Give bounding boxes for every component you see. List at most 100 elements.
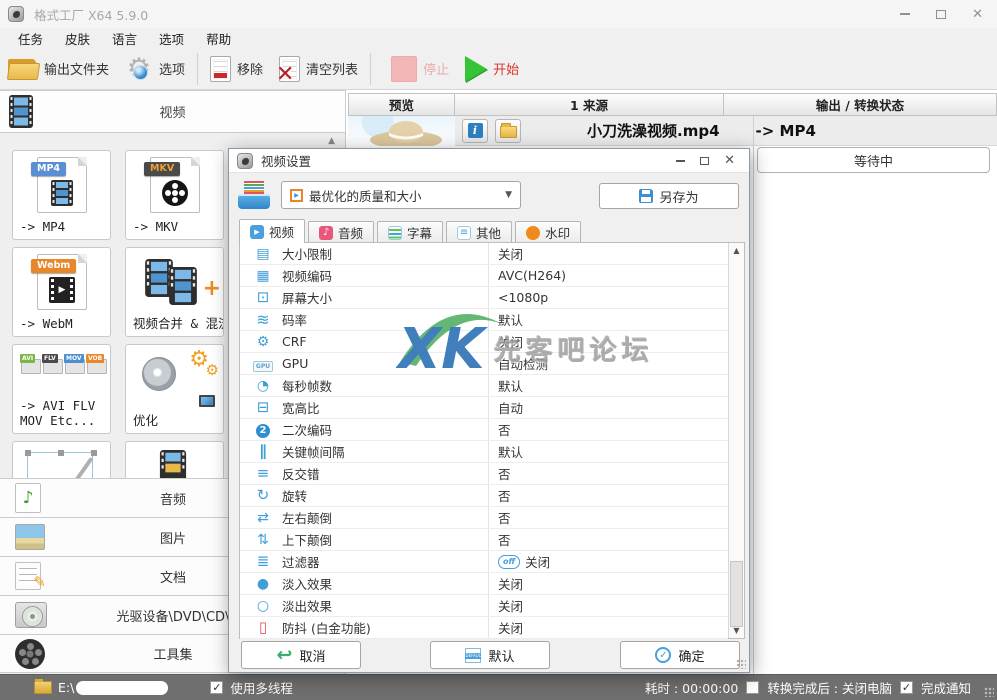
maximize-button[interactable] xyxy=(936,10,946,19)
menu-item-skin[interactable]: 皮肤 xyxy=(65,29,90,48)
cancel-button[interactable]: ↩ 取消 xyxy=(241,641,361,669)
shutdown-after-checkbox[interactable] xyxy=(746,681,759,694)
window-resize-grip[interactable] xyxy=(984,687,994,697)
dialog-title-bar[interactable]: 视频设置 ✕ xyxy=(229,149,749,173)
tab-video[interactable]: ▶ 视频 xyxy=(239,219,305,243)
preset-dropdown[interactable]: ▶ 最优化的质量和大小 ▼ xyxy=(281,181,521,209)
setting-row[interactable]: 宽高比 自动 xyxy=(240,397,728,419)
play-icon xyxy=(465,56,487,82)
start-button[interactable]: 开始 xyxy=(457,49,527,89)
dialog-maximize-button[interactable] xyxy=(700,157,709,165)
sidebar-section-video[interactable]: 视频 xyxy=(0,90,346,133)
setting-row[interactable]: 二次编码 否 xyxy=(240,419,728,441)
scroll-down-icon[interactable]: ▼ xyxy=(729,626,744,635)
webm-file-icon: Webm ▶ xyxy=(37,254,87,310)
scrollbar-thumb[interactable] xyxy=(730,561,743,627)
dialog-minimize-button[interactable] xyxy=(676,160,685,162)
video-settings-dialog: 视频设置 ✕ ▶ 最优化的质量和大小 ▼ 另存为 ▶ 视频 ♪ 音频 字幕 xyxy=(228,148,750,673)
default-button[interactable]: 默认 xyxy=(430,641,550,669)
file-row[interactable]: i 小刀洗澡视频.mp4 -> MP4 xyxy=(348,116,997,146)
dialog-close-button[interactable]: ✕ xyxy=(724,154,735,167)
column-header-output[interactable]: 输出 / 转换状态 xyxy=(724,93,997,116)
setting-row[interactable]: 每秒帧数 默认 xyxy=(240,375,728,397)
options-button[interactable]: ⚙ 选项 xyxy=(117,49,193,89)
tile-mkv[interactable]: MKV -> MKV xyxy=(125,150,224,240)
setting-value-text: 关闭 xyxy=(498,332,523,351)
output-format: -> MP4 xyxy=(756,122,816,140)
settings-scrollbar[interactable]: ▲ ▼ xyxy=(728,243,744,638)
scroll-up-icon[interactable]: ▲ xyxy=(729,246,744,255)
setting-value-text: 关闭 xyxy=(498,618,523,637)
setting-row[interactable]: 左右颠倒 否 xyxy=(240,507,728,529)
menu-item-task[interactable]: 任务 xyxy=(18,29,43,48)
close-button[interactable]: ✕ xyxy=(972,8,983,21)
multithread-checkbox[interactable]: ✓ xyxy=(210,681,223,694)
tile-scroll-up-icon[interactable]: ▲ xyxy=(328,136,335,146)
stop-button[interactable]: 停止 xyxy=(383,49,457,89)
column-header-preview[interactable]: 预览 xyxy=(348,93,455,116)
file-list-header: 预览 1 来源 输出 / 转换状态 xyxy=(348,93,997,116)
setting-row-icon xyxy=(250,422,276,438)
column-header-source[interactable]: 1 来源 xyxy=(455,93,724,116)
setting-value: 默认 xyxy=(488,309,728,330)
dialog-resize-grip[interactable] xyxy=(736,659,746,669)
setting-row[interactable]: 关键帧间隔 默认 xyxy=(240,441,728,463)
remove-button[interactable]: 移除 xyxy=(202,49,271,89)
output-path[interactable]: E:\ xyxy=(58,680,74,695)
setting-row[interactable]: 大小限制 关闭 xyxy=(240,243,728,265)
tile-webm[interactable]: Webm ▶ -> WebM xyxy=(12,247,111,337)
status-badge: 等待中 xyxy=(757,147,990,173)
tab-subtitle[interactable]: 字幕 xyxy=(377,221,443,243)
notify-checkbox[interactable]: ✓ xyxy=(900,681,913,694)
media-info-button[interactable]: i xyxy=(462,119,488,143)
setting-value-text: 否 xyxy=(498,464,511,483)
video-preset-icon: ▶ xyxy=(290,189,303,202)
setting-row[interactable]: 视频编码 AVC(H264) xyxy=(240,265,728,287)
sidebar-section-label: 视频 xyxy=(0,102,345,121)
setting-row[interactable]: 上下颠倒 否 xyxy=(240,529,728,551)
setting-row[interactable]: 防抖 (白金功能) 关闭 xyxy=(240,617,728,639)
menu-item-options[interactable]: 选项 xyxy=(159,29,184,48)
setting-row[interactable]: 码率 默认 xyxy=(240,309,728,331)
avi-chip: AVI xyxy=(21,359,41,374)
menu-item-help[interactable]: 帮助 xyxy=(206,29,231,48)
censored-path-blob xyxy=(76,681,168,695)
setting-row[interactable]: 过滤器 off 关闭 xyxy=(240,551,728,573)
settings-table: 大小限制 关闭 视频编码 AVC(H264) xyxy=(239,242,745,639)
setting-row[interactable]: CRF 关闭 xyxy=(240,331,728,353)
tile-label: -> AVI FLV MOV Etc... xyxy=(20,398,110,429)
setting-row-icon xyxy=(250,357,276,371)
tile-mp4[interactable]: MP4 -> MP4 xyxy=(12,150,111,240)
tab-audio[interactable]: ♪ 音频 xyxy=(308,221,374,243)
output-folder-button[interactable]: 输出文件夹 xyxy=(0,49,117,89)
menu-item-language[interactable]: 语言 xyxy=(112,29,137,48)
webm-badge: Webm xyxy=(31,259,76,273)
tab-label: 音频 xyxy=(338,223,363,242)
tile-avi-flv-mov[interactable]: AVI FLV MOV VOB -> AVI FLV MOV Etc... xyxy=(12,344,111,434)
ok-button[interactable]: ✓ 确定 xyxy=(620,641,740,669)
tab-other[interactable]: ≡ 其他 xyxy=(446,221,512,243)
setting-value-text: 否 xyxy=(498,508,511,527)
minimize-button[interactable] xyxy=(900,13,910,15)
setting-row[interactable]: GPU 自动检测 xyxy=(240,353,728,375)
title-bar: 格式工厂 X64 5.9.0 ✕ xyxy=(0,0,997,28)
tile-video-merge[interactable]: + 视频合并 & 混流 xyxy=(125,247,224,337)
clear-list-button[interactable]: 清空列表 xyxy=(271,49,366,89)
setting-row-icon xyxy=(250,335,276,349)
setting-row[interactable]: 旋转 否 xyxy=(240,485,728,507)
start-label: 开始 xyxy=(493,59,519,78)
setting-row[interactable]: 反交错 否 xyxy=(240,463,728,485)
tab-watermark[interactable]: 水印 xyxy=(515,221,581,243)
setting-value-text: 否 xyxy=(498,530,511,549)
setting-row[interactable]: 屏幕大小 <1080p xyxy=(240,287,728,309)
setting-row[interactable]: 淡入效果 关闭 xyxy=(240,573,728,595)
output-path-folder-icon[interactable] xyxy=(34,681,52,694)
setting-row[interactable]: 淡出效果 关闭 xyxy=(240,595,728,617)
save-as-button[interactable]: 另存为 xyxy=(599,183,739,209)
setting-label: 防抖 (白金功能) xyxy=(276,618,488,637)
mp4-badge: MP4 xyxy=(31,162,66,176)
tile-optimize[interactable]: ⚙ ⚙ 优化 xyxy=(125,344,224,434)
setting-row-icon xyxy=(250,312,276,328)
open-folder-button[interactable] xyxy=(495,119,521,143)
mov-chip: MOV xyxy=(65,359,85,374)
